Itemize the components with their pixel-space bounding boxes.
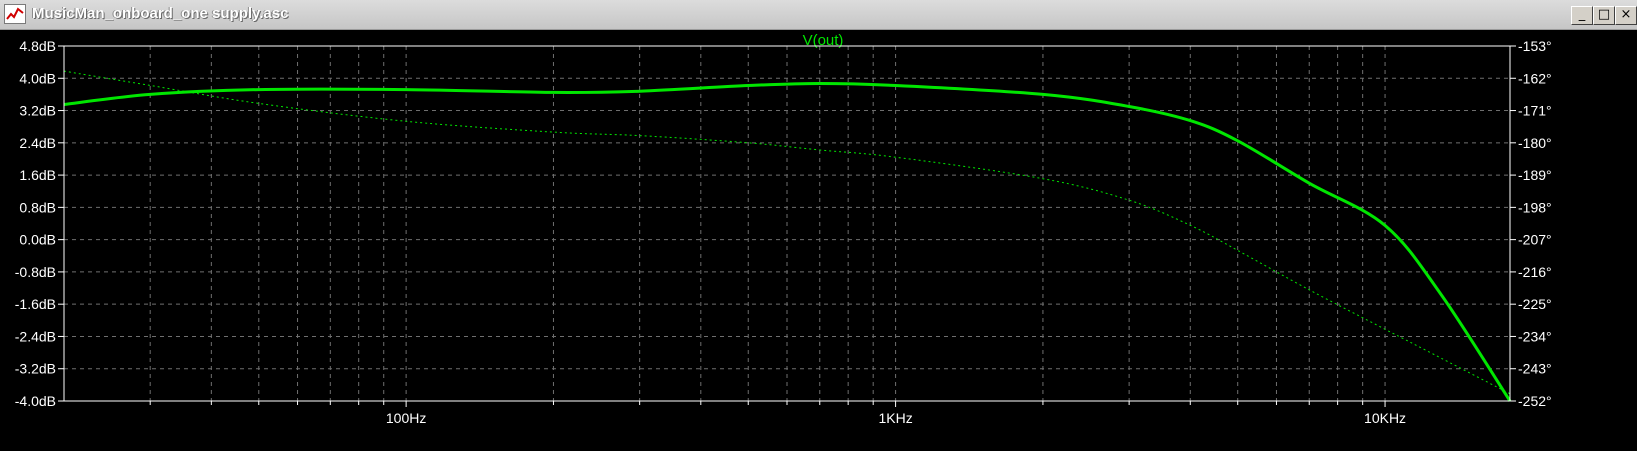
x-tick-label: 1KHz	[878, 410, 912, 426]
window-title: MusicMan_onboard_one supply.asc	[32, 5, 289, 22]
y-right-tick-label: -198°	[1518, 199, 1552, 215]
y-left-tick-label: 3.2dB	[19, 103, 56, 119]
y-left-tick-label: -0.8dB	[15, 264, 56, 280]
y-right-tick-label: -171°	[1518, 103, 1552, 119]
y-left-tick-label: 0.0dB	[19, 232, 56, 248]
x-tick-label: 10KHz	[1364, 410, 1406, 426]
plot-background	[0, 30, 1637, 451]
y-left-tick-label: 0.8dB	[19, 199, 56, 215]
y-right-tick-label: -153°	[1518, 38, 1552, 54]
y-right-tick-label: -189°	[1518, 167, 1552, 183]
y-left-tick-label: -3.2dB	[15, 361, 56, 377]
minimize-button[interactable]: _	[1571, 6, 1593, 25]
y-right-tick-label: -207°	[1518, 232, 1552, 248]
y-right-tick-label: -216°	[1518, 264, 1552, 280]
y-left-tick-label: 4.8dB	[19, 38, 56, 54]
y-left-tick-label: 2.4dB	[19, 135, 56, 151]
y-right-tick-label: -162°	[1518, 70, 1552, 86]
waveform-app-icon	[4, 4, 26, 24]
restore-button[interactable]: □	[1593, 6, 1615, 25]
y-right-tick-label: -252°	[1518, 393, 1552, 409]
y-right-tick-label: -243°	[1518, 361, 1552, 377]
y-left-tick-label: -2.4dB	[15, 328, 56, 344]
plot-window: MusicMan_onboard_one supply.asc _ □ × V(…	[0, 0, 1637, 451]
y-right-tick-label: -234°	[1518, 328, 1552, 344]
x-tick-label: 100Hz	[386, 410, 426, 426]
close-button[interactable]: ×	[1615, 6, 1637, 25]
y-left-tick-label: -4.0dB	[15, 393, 56, 409]
y-left-tick-label: 1.6dB	[19, 167, 56, 183]
title-bar[interactable]: MusicMan_onboard_one supply.asc _ □ ×	[0, 0, 1637, 30]
y-right-tick-label: -225°	[1518, 296, 1552, 312]
plot-pane[interactable]: V(out) 4.8dB4.0dB3.2dB2.4dB1.6dB0.8dB0.0…	[0, 30, 1637, 451]
y-right-tick-label: -180°	[1518, 135, 1552, 151]
y-left-tick-label: -1.6dB	[15, 296, 56, 312]
y-left-tick-label: 4.0dB	[19, 70, 56, 86]
